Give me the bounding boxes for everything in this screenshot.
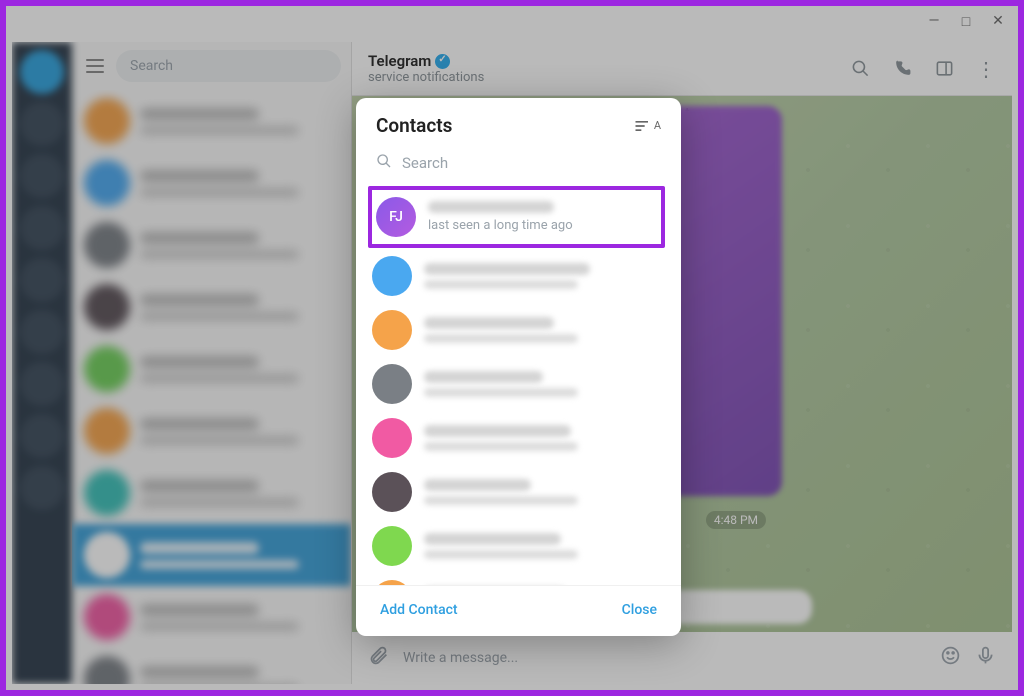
contact-item[interactable] (356, 519, 677, 573)
modal-title: Contacts (376, 114, 452, 137)
contacts-list[interactable]: FJ last seen a long time ago (356, 185, 681, 585)
contact-avatar: FJ (376, 197, 416, 237)
contact-item[interactable] (356, 573, 677, 585)
contacts-modal: Contacts A Search FJ last seen a long ti… (356, 98, 681, 636)
window-frame: — □ ✕ Search (0, 0, 1024, 696)
add-contact-button[interactable]: Add Contact (380, 602, 458, 618)
contact-item[interactable] (356, 357, 677, 411)
contact-item[interactable] (356, 303, 677, 357)
search-placeholder: Search (402, 154, 448, 172)
contacts-search[interactable]: Search (356, 147, 681, 185)
search-icon (376, 153, 392, 173)
contact-item[interactable] (356, 411, 677, 465)
contact-item[interactable] (356, 249, 677, 303)
highlighted-contact: FJ last seen a long time ago (368, 186, 665, 248)
close-modal-button[interactable]: Close (622, 602, 657, 618)
contact-item[interactable] (356, 465, 677, 519)
sort-button[interactable]: A (633, 118, 661, 134)
contact-item[interactable]: FJ last seen a long time ago (372, 190, 661, 244)
contact-status: last seen a long time ago (428, 218, 657, 233)
